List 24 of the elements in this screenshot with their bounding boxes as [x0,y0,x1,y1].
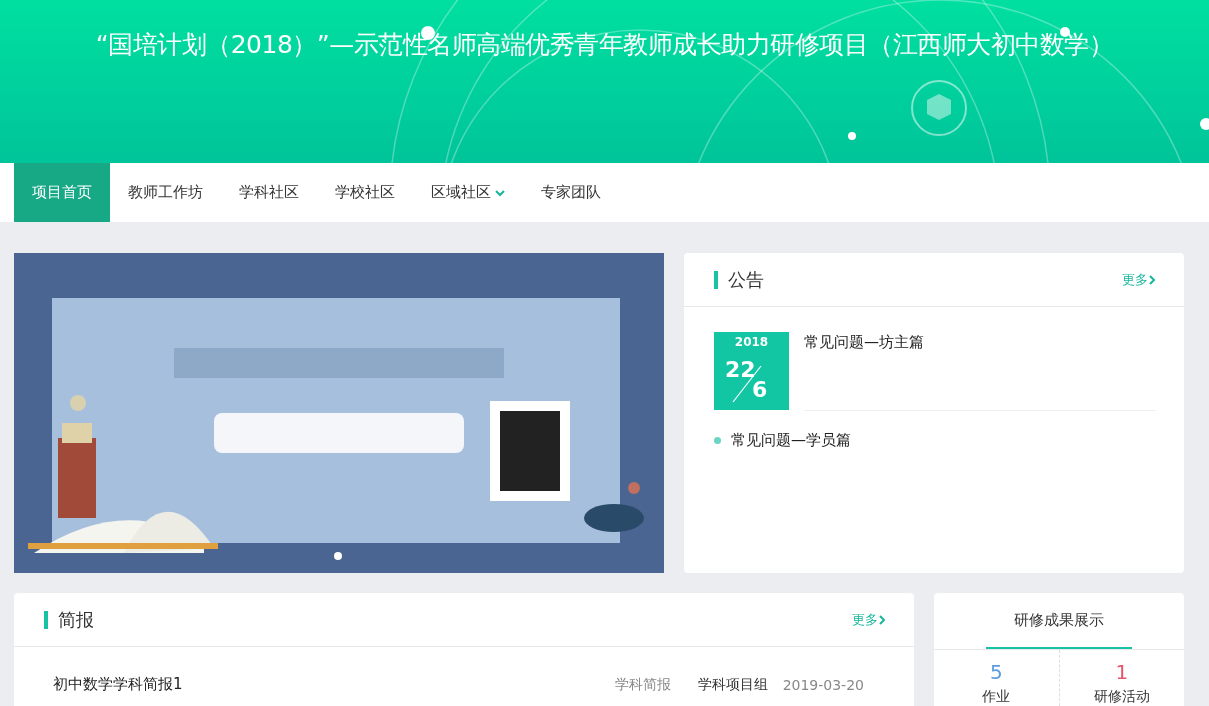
carousel-dot[interactable] [334,552,342,560]
stat-value: 1 [1115,660,1129,684]
chevron-right-icon [878,614,886,625]
briefing-author: 学科项目组 [697,675,768,694]
page-title: “国培计划（2018）”—示范性名师高端优秀青年教师成长助力研修项目（江西师大初中数学） [94,29,1115,61]
briefing-category: 学科简报 [614,675,671,694]
stat-label: 研修活动 [1093,688,1150,706]
nav-tab[interactable]: 学校社区 [317,163,413,222]
nav-tab[interactable]: 学科社区 [221,163,317,222]
card-title: 公告 [714,270,764,289]
bullet-icon [714,437,721,444]
nav-tab[interactable]: 专家团队 [523,163,619,222]
results-tab[interactable]: 研修成果展示 [986,593,1132,649]
notice-link[interactable]: 常见问题—坊主篇 [804,333,924,351]
nav-tab[interactable]: 教师工作坊 [110,163,221,222]
nav-tab[interactable]: 区域社区 [413,163,523,222]
date-year: 2018 [733,335,770,349]
chevron-right-icon [1148,274,1156,285]
briefing-date: 2019-03-20 [782,676,864,693]
card-title: 简报 [44,610,94,629]
briefing-link[interactable]: 初中数学学科简报1 [53,675,615,694]
notice-link[interactable]: 常见问题—学员篇 [731,431,851,450]
stat-value: 5 [989,660,1003,684]
stat-label: 作业 [982,688,1011,706]
